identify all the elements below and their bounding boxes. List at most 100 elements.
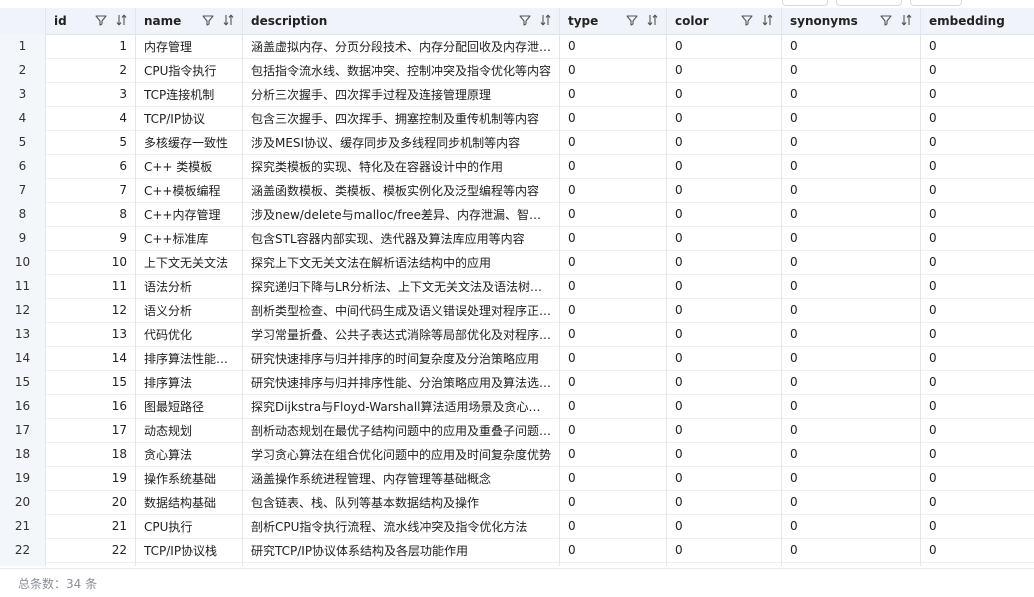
table-row[interactable]: 9 9 C++标准库 包含STL容器内部实现、迭代器及算法库应用等内容 0 0 0 0 [0, 226, 1034, 251]
toolbar-button[interactable] [836, 0, 902, 6]
toolbar-button[interactable] [910, 0, 962, 6]
cell-description[interactable]: 包含链表、栈、队列等基本数据结构及操作 [243, 490, 560, 514]
cell-name[interactable]: 语法分析 [136, 274, 243, 298]
cell-color[interactable]: 0 [667, 58, 782, 82]
table-row[interactable]: 7 7 C++模板编程 涵盖函数模板、类模板、模板实例化及泛型编程等内容 0 0 0 0 [0, 178, 1034, 203]
cell-id[interactable]: 9 [46, 226, 136, 250]
cell-name[interactable]: 排序算法 [136, 370, 243, 394]
cell-embedding[interactable]: 0 [921, 58, 1034, 82]
table-row[interactable]: 21 21 CPU执行 剖析CPU指令执行流程、流水线冲突及指令优化方法 0 0 0 0 [0, 514, 1034, 539]
cell-embedding[interactable]: 0 [921, 466, 1034, 490]
cell-color[interactable]: 0 [667, 202, 782, 226]
cell-embedding[interactable]: 0 [921, 298, 1034, 322]
cell-name[interactable]: 内存管理 [136, 34, 243, 58]
sort-icon[interactable] [761, 14, 773, 29]
cell-description[interactable]: 剖析动态规划在最优子结构问题中的应用及重叠子问题… [243, 418, 560, 442]
column-header-name[interactable]: name [136, 8, 243, 34]
cell-synonyms[interactable]: 0 [782, 322, 921, 346]
cell-type[interactable]: 0 [560, 34, 667, 58]
cell-color[interactable]: 0 [667, 298, 782, 322]
cell-type[interactable]: 0 [560, 322, 667, 346]
cell-color[interactable]: 0 [667, 346, 782, 370]
cell-synonyms[interactable]: 0 [782, 106, 921, 130]
cell-color[interactable]: 0 [667, 274, 782, 298]
cell-embedding[interactable]: 0 [921, 274, 1034, 298]
cell-id[interactable]: 19 [46, 466, 136, 490]
cell-id[interactable]: 22 [46, 538, 136, 562]
cell-name[interactable]: C++模板编程 [136, 178, 243, 202]
cell-description[interactable]: 探究递归下降与LR分析法、上下文无关文法及语法树生… [243, 274, 560, 298]
cell-type[interactable]: 0 [560, 82, 667, 106]
cell-color[interactable]: 0 [667, 442, 782, 466]
cell-synonyms[interactable]: 0 [782, 82, 921, 106]
cell-id[interactable]: 13 [46, 322, 136, 346]
cell-id[interactable]: 1 [46, 34, 136, 58]
cell-synonyms[interactable]: 0 [782, 370, 921, 394]
cell-color[interactable]: 0 [667, 250, 782, 274]
cell-embedding[interactable]: 0 [921, 34, 1034, 58]
cell-embedding[interactable]: 0 [921, 490, 1034, 514]
cell-synonyms[interactable]: 0 [782, 538, 921, 562]
cell-id[interactable]: 16 [46, 394, 136, 418]
cell-color[interactable]: 0 [667, 106, 782, 130]
cell-color[interactable]: 0 [667, 130, 782, 154]
cell-embedding[interactable]: 0 [921, 538, 1034, 562]
table-row[interactable]: 19 19 操作系统基础 涵盖操作系统进程管理、内存管理等基础概念 0 0 0 0 [0, 466, 1034, 491]
sort-icon[interactable] [115, 14, 127, 29]
cell-description[interactable]: 探究上下文无关文法在解析语法结构中的应用 [243, 250, 560, 274]
cell-synonyms[interactable]: 0 [782, 346, 921, 370]
sort-icon[interactable] [646, 14, 658, 29]
table-row[interactable]: 1 1 内存管理 涵盖虚拟内存、分页分段技术、内存分配回收及内存泄… 0 0 0 0 [0, 34, 1034, 59]
cell-color[interactable]: 0 [667, 178, 782, 202]
table-row[interactable]: 20 20 数据结构基础 包含链表、栈、队列等基本数据结构及操作 0 0 0 0 [0, 490, 1034, 515]
cell-description[interactable]: 研究TCP/IP协议体系结构及各层功能作用 [243, 538, 560, 562]
cell-name[interactable]: C++标准库 [136, 226, 243, 250]
cell-id[interactable]: 11 [46, 274, 136, 298]
cell-synonyms[interactable]: 0 [782, 394, 921, 418]
cell-name[interactable]: 数据结构基础 [136, 490, 243, 514]
cell-type[interactable]: 0 [560, 202, 667, 226]
table-row[interactable]: 5 5 多核缓存一致性 涉及MESI协议、缓存同步及多线程同步机制等内容 0 0 0 0 [0, 130, 1034, 155]
cell-description[interactable]: 学习常量折叠、公共子表达式消除等局部优化及对程序… [243, 322, 560, 346]
sort-icon[interactable] [900, 14, 912, 29]
cell-type[interactable]: 0 [560, 106, 667, 130]
cell-id[interactable]: 15 [46, 370, 136, 394]
cell-embedding[interactable]: 0 [921, 106, 1034, 130]
cell-type[interactable]: 0 [560, 58, 667, 82]
column-header-synonyms[interactable]: synonyms [782, 8, 921, 34]
cell-description[interactable]: 探究类模板的实现、特化及在容器设计中的作用 [243, 154, 560, 178]
cell-color[interactable]: 0 [667, 226, 782, 250]
cell-color[interactable]: 0 [667, 82, 782, 106]
cell-name[interactable]: 代码优化 [136, 322, 243, 346]
cell-id[interactable]: 7 [46, 178, 136, 202]
cell-type[interactable]: 0 [560, 178, 667, 202]
sort-icon[interactable] [539, 14, 551, 29]
cell-description[interactable]: 探究Dijkstra与Floyd-Warshall算法适用场景及贪心与动… [243, 394, 560, 418]
cell-type[interactable]: 0 [560, 226, 667, 250]
cell-synonyms[interactable]: 0 [782, 490, 921, 514]
cell-synonyms[interactable]: 0 [782, 442, 921, 466]
cell-color[interactable]: 0 [667, 370, 782, 394]
table-row[interactable]: 2 2 CPU指令执行 包括指令流水线、数据冲突、控制冲突及指令优化等内容 0 0 0 0 [0, 58, 1034, 83]
cell-embedding[interactable]: 0 [921, 418, 1034, 442]
toolbar-button[interactable] [782, 0, 828, 6]
cell-color[interactable]: 0 [667, 466, 782, 490]
cell-description[interactable]: 涉及new/delete与malloc/free差异、内存泄漏、智能指… [243, 202, 560, 226]
cell-type[interactable]: 0 [560, 370, 667, 394]
cell-synonyms[interactable]: 0 [782, 226, 921, 250]
cell-type[interactable]: 0 [560, 514, 667, 538]
cell-embedding[interactable]: 0 [921, 250, 1034, 274]
table-row[interactable]: 17 17 动态规划 剖析动态规划在最优子结构问题中的应用及重叠子问题… 0 0 0 0 [0, 418, 1034, 443]
sort-icon[interactable] [222, 14, 234, 29]
cell-synonyms[interactable]: 0 [782, 466, 921, 490]
cell-embedding[interactable]: 0 [921, 370, 1034, 394]
cell-id[interactable]: 3 [46, 82, 136, 106]
cell-synonyms[interactable]: 0 [782, 274, 921, 298]
cell-color[interactable]: 0 [667, 34, 782, 58]
cell-type[interactable]: 0 [560, 250, 667, 274]
table-row[interactable]: 12 12 语义分析 剖析类型检查、中间代码生成及语义错误处理对程序正… 0 0 0 0 [0, 298, 1034, 323]
cell-color[interactable]: 0 [667, 514, 782, 538]
cell-color[interactable]: 0 [667, 154, 782, 178]
cell-synonyms[interactable]: 0 [782, 178, 921, 202]
cell-embedding[interactable]: 0 [921, 322, 1034, 346]
